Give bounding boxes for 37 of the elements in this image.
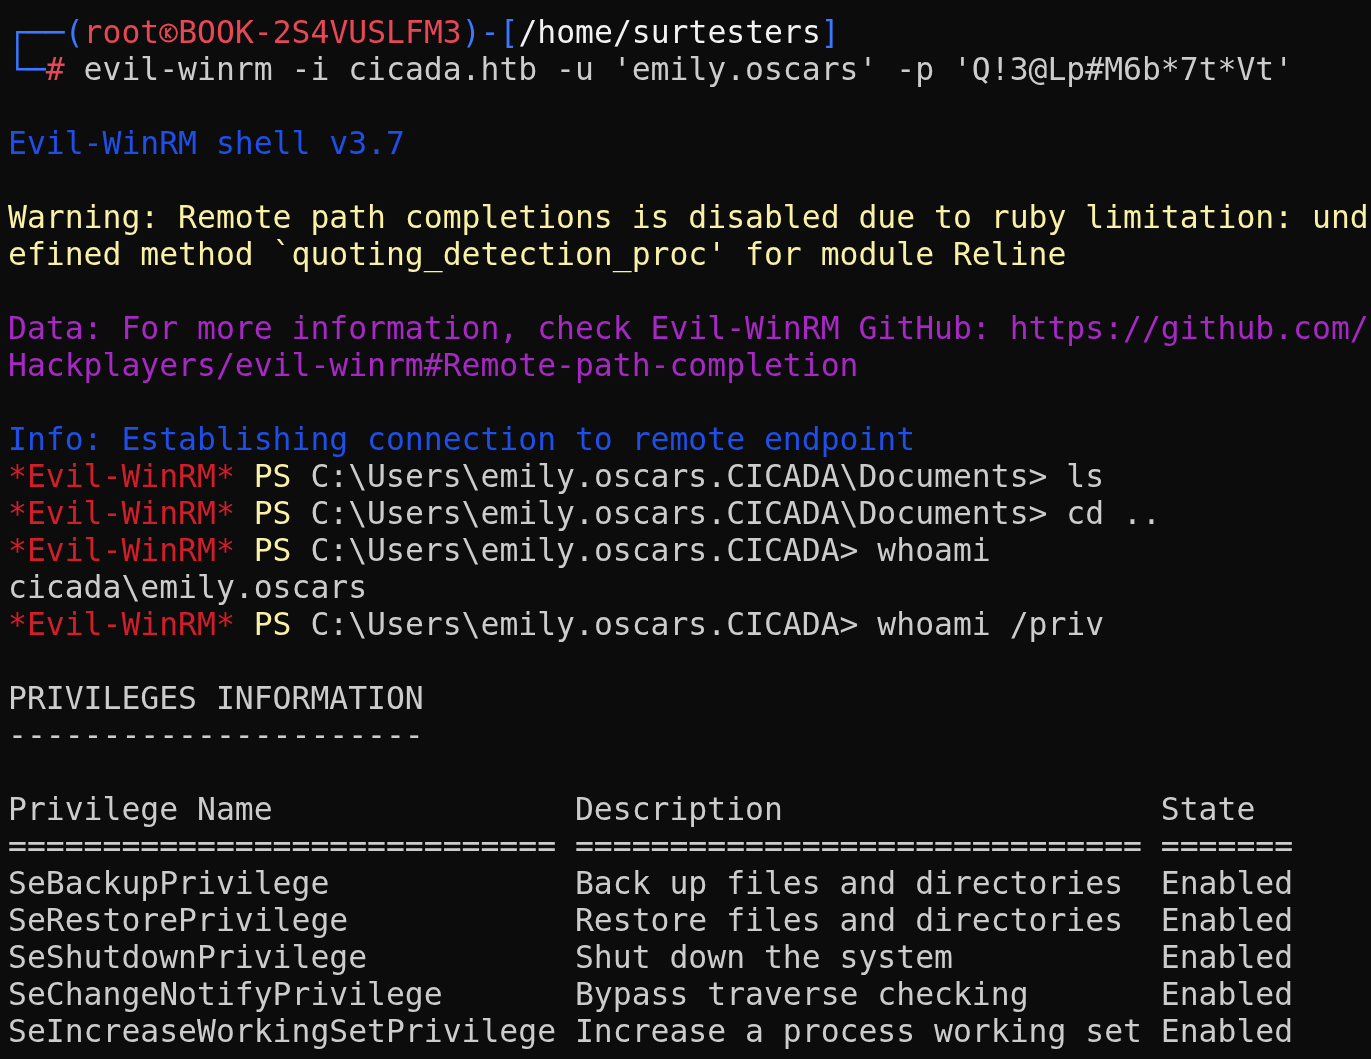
terminal-text: PS (252, 458, 292, 495)
terminal-text: C:\Users\emily.oscars.CICADA> whoami (309, 532, 991, 569)
terminal-text: PS (252, 495, 292, 532)
terminal-text: ] (820, 14, 840, 51)
terminal-text: PS (252, 606, 292, 643)
terminal-text: Evil-WinRM shell v3.7 (8, 125, 405, 162)
terminal-text: *Evil-WinRM* (8, 606, 235, 643)
terminal-text: )-[ (461, 14, 519, 51)
terminal-text: ============================= ============================== ======= (8, 828, 1294, 865)
terminal-text: └─ (8, 51, 46, 88)
terminal-text: evil-winrm -i cicada.htb -u 'emily.oscars' -p 'Q!3@Lp#M6b*7t*Vt' (82, 51, 1294, 88)
terminal-text: root (83, 14, 160, 51)
terminal-text: SeShutdownPrivilege Shut down the system Enabled (8, 939, 1294, 976)
terminal-text: BOOK-2S4VUSLFM3 (178, 14, 462, 51)
terminal-text: efined method `quoting_detection_proc' for module Reline (8, 236, 1067, 273)
terminal-text: *Evil-WinRM* (8, 532, 235, 569)
terminal-text: Hackplayers/evil-winrm#Remote-path-completion (8, 347, 859, 384)
terminal-text: C:\Users\emily.oscars.CICADA\Documents> ls (309, 458, 1105, 495)
terminal-text: ┌──( (8, 14, 84, 51)
terminal-text: SeChangeNotifyPrivilege Bypass traverse checking Enabled (8, 976, 1294, 1013)
terminal-text: *Evil-WinRM* (8, 458, 235, 495)
terminal-text: Data: For more information, check Evil-WinRM GitHub: https://github.com/ (8, 310, 1369, 347)
terminal-text: Privilege Name Description State (8, 791, 1256, 828)
terminal-text: SeRestorePrivilege Restore files and directories Enabled (8, 902, 1294, 939)
terminal-text: SeBackupPrivilege Back up files and directories Enabled (8, 865, 1294, 902)
terminal-text: *Evil-WinRM* (8, 495, 235, 532)
terminal-text: Warning: Remote path completions is disabled due to ruby limitation: und (8, 199, 1369, 236)
terminal-text: PRIVILEGES INFORMATION (8, 680, 424, 717)
terminal-text: C:\Users\emily.oscars.CICADA> whoami /priv (309, 606, 1105, 643)
terminal-text: SeIncreaseWorkingSetPrivilege Increase a process working set Enabled (8, 1013, 1294, 1050)
terminal-text: Info: Establishing connection to remote endpoint (8, 421, 916, 458)
terminal-text: /home/surtesters (518, 14, 821, 51)
terminal-text: ---------------------- (8, 717, 424, 754)
terminal-text: # (45, 51, 65, 88)
terminal-text: PS (252, 532, 292, 569)
terminal-text: cicada\emily.oscars (8, 569, 368, 606)
terminal-text: C:\Users\emily.oscars.CICADA\Documents> cd .. (309, 495, 1161, 532)
